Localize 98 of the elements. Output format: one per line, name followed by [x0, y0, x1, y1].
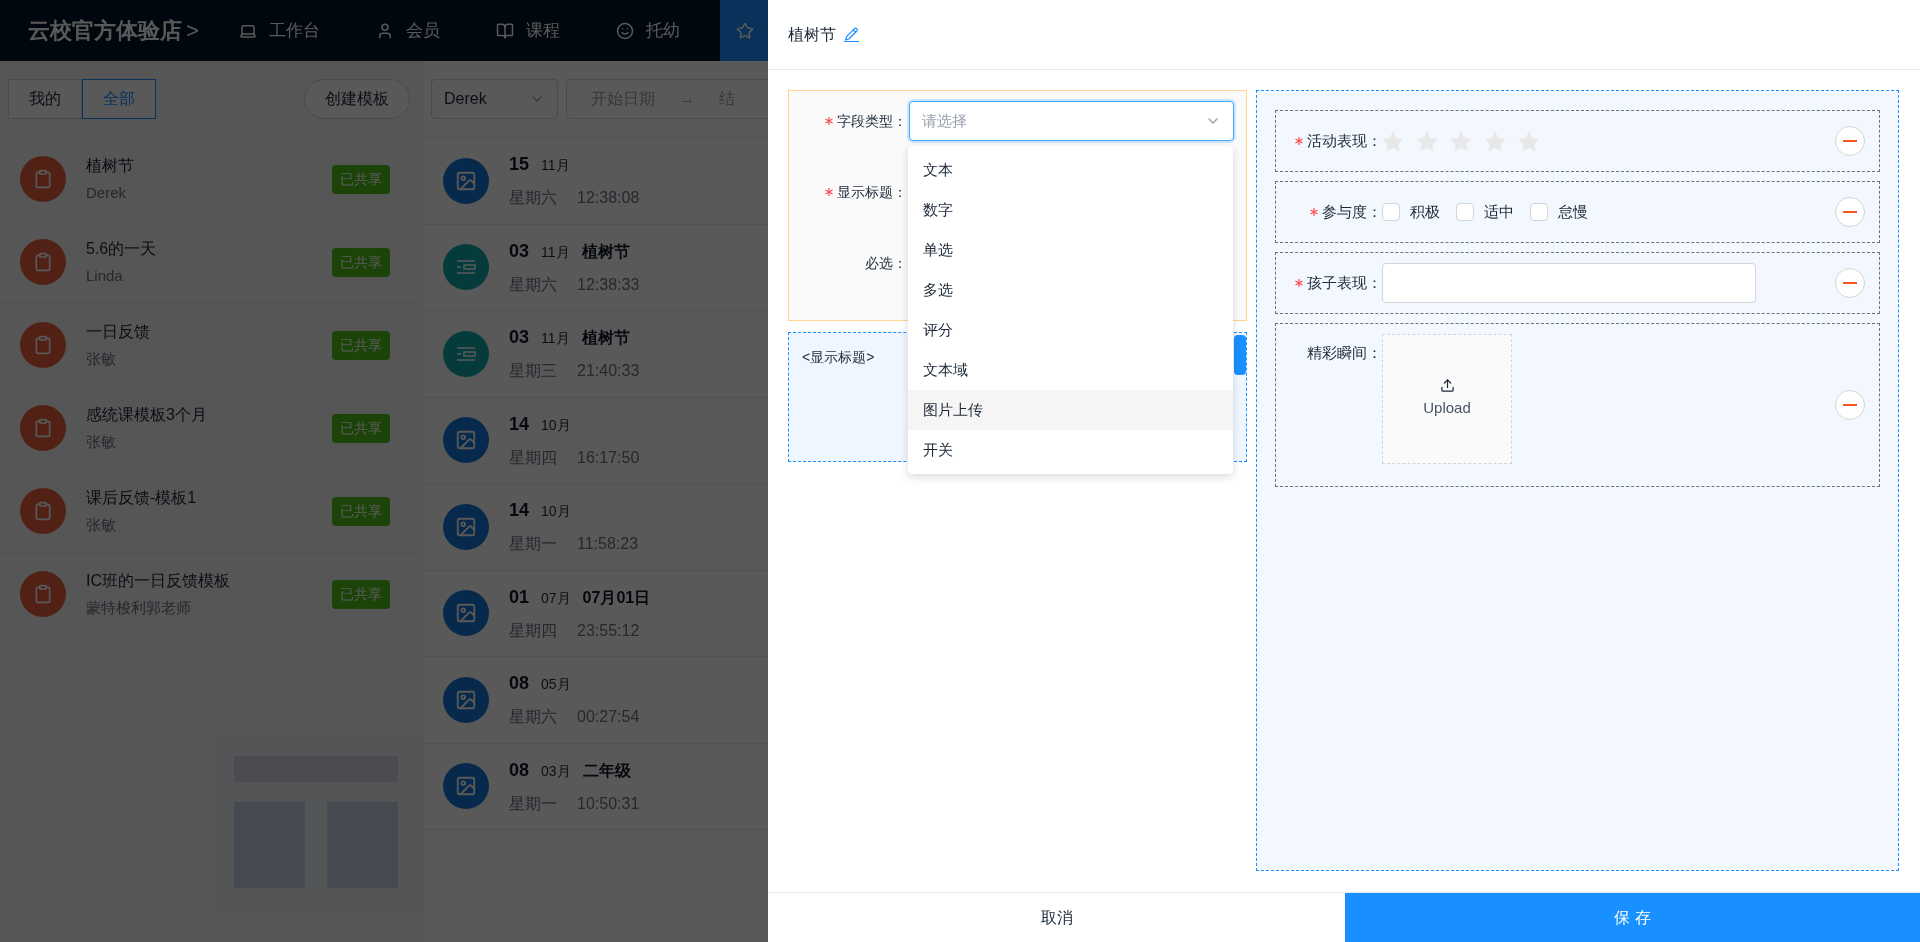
form-icon [456, 345, 476, 362]
select-option[interactable]: 开关 [908, 430, 1233, 470]
shared-tag: 已共享 [332, 496, 390, 526]
nav-item[interactable] [719, 0, 768, 61]
template-title: 课后反馈-模板1 [86, 487, 198, 508]
clipboard-icon [33, 335, 53, 355]
form-icon [456, 259, 476, 276]
record-day: 03 [509, 324, 530, 352]
record-month: 03月 [541, 761, 571, 781]
image-icon [455, 515, 477, 538]
filter-tab[interactable]: 全部 [82, 79, 156, 119]
record-month: 07月 [541, 588, 571, 608]
checkbox[interactable] [1530, 203, 1548, 221]
preview-title: <显示标题> [802, 348, 875, 367]
clipboard-icon [33, 584, 53, 604]
record-title: 二年级 [582, 760, 631, 781]
checkbox-label: 积极 [1410, 201, 1440, 222]
drawer-title: 植树节 [788, 24, 836, 45]
minus-icon [1843, 282, 1857, 284]
star-icon [735, 21, 754, 40]
field-label: 字段类型： [837, 111, 907, 131]
record-day: 14 [509, 497, 530, 525]
record-title: 植树节 [581, 328, 630, 349]
checkbox[interactable] [1456, 203, 1474, 221]
shared-tag: 已共享 [332, 330, 390, 360]
template-title: 感统课模板3个月 [86, 404, 208, 425]
field-type-select[interactable]: 请选择 [909, 101, 1234, 141]
record-day: 08 [509, 670, 530, 698]
record-day: 14 [509, 410, 530, 438]
select-option[interactable]: 文本域 [908, 350, 1233, 390]
preview-field-label: 精彩瞬间： [1307, 343, 1382, 363]
select-option[interactable]: 图片上传 [908, 390, 1233, 430]
save-button[interactable]: 保 存 [1345, 893, 1920, 942]
preview-field-label: 活动表现： [1307, 130, 1382, 151]
record-month: 05月 [541, 675, 571, 695]
clipboard-icon [33, 169, 53, 189]
nav-item[interactable]: 工作台 [222, 0, 336, 61]
book-icon [495, 21, 514, 40]
remove-button[interactable] [1835, 390, 1865, 420]
field-label: 显示标题： [837, 182, 907, 202]
clipboard-icon [33, 501, 53, 521]
template-title: IC班的一日反馈模板 [86, 570, 231, 591]
preview-field-label: 参与度： [1322, 201, 1382, 222]
nav-item[interactable]: 托幼 [599, 0, 696, 61]
template-title: 一日反馈 [86, 321, 151, 342]
remove-button[interactable] [1835, 197, 1865, 227]
upload-button[interactable]: Upload [1382, 334, 1512, 464]
upload-icon [1439, 378, 1455, 394]
create-template-button[interactable]: 创建模板 [304, 79, 410, 119]
edit-icon[interactable] [844, 27, 859, 42]
filter-tab[interactable]: 我的 [8, 79, 82, 119]
record-title: 07月01日 [582, 587, 651, 608]
text-input[interactable] [1382, 263, 1756, 303]
template-title: 植树节 [86, 155, 135, 176]
record-day: 08 [509, 756, 530, 784]
minus-icon [1843, 404, 1857, 406]
record-month: 10月 [541, 415, 571, 435]
image-icon [455, 775, 477, 798]
image-icon [455, 688, 477, 711]
smiley-icon [615, 21, 634, 40]
select-option[interactable]: 多选 [908, 270, 1233, 310]
select-option[interactable]: 评分 [908, 310, 1233, 350]
nav-item[interactable]: 会员 [359, 0, 456, 61]
record-month: 11月 [541, 329, 570, 349]
clipboard-icon [33, 252, 53, 272]
remove-button[interactable] [1835, 126, 1865, 156]
template-title: 5.6的一天 [86, 238, 158, 259]
record-month: 10月 [541, 502, 571, 522]
shared-tag: 已共享 [332, 164, 390, 194]
field-label: 必选： [865, 253, 907, 273]
select-option[interactable]: 数字 [908, 190, 1233, 230]
record-month: 11月 [541, 156, 570, 176]
store-name[interactable]: 云校官方体验店 [28, 14, 182, 47]
store-arrow[interactable]: > [186, 14, 199, 47]
record-month: 11月 [541, 242, 570, 262]
shared-tag: 已共享 [332, 579, 390, 609]
record-day: 01 [509, 583, 530, 611]
image-icon [455, 169, 477, 192]
clipboard-icon [33, 418, 53, 438]
select-option[interactable]: 文本 [908, 150, 1233, 190]
minus-icon [1843, 140, 1857, 142]
remove-button[interactable] [1835, 268, 1865, 298]
nav-item[interactable]: 课程 [479, 0, 576, 61]
image-icon [455, 602, 477, 625]
record-day: 03 [509, 237, 530, 265]
image-icon [455, 429, 477, 452]
select-option[interactable]: 单选 [908, 230, 1233, 270]
minus-icon [1843, 211, 1857, 213]
shared-tag: 已共享 [332, 247, 390, 277]
preview-field-label: 孩子表现： [1307, 272, 1382, 293]
record-title: 植树节 [581, 241, 630, 262]
shared-tag: 已共享 [332, 413, 390, 443]
user-select[interactable]: Derek [431, 79, 558, 119]
checkbox[interactable] [1382, 203, 1400, 221]
range-arrow: → [679, 89, 695, 109]
record-day: 15 [509, 151, 530, 179]
checkbox-label: 适中 [1484, 201, 1514, 222]
checkbox-label: 怠慢 [1558, 201, 1588, 222]
